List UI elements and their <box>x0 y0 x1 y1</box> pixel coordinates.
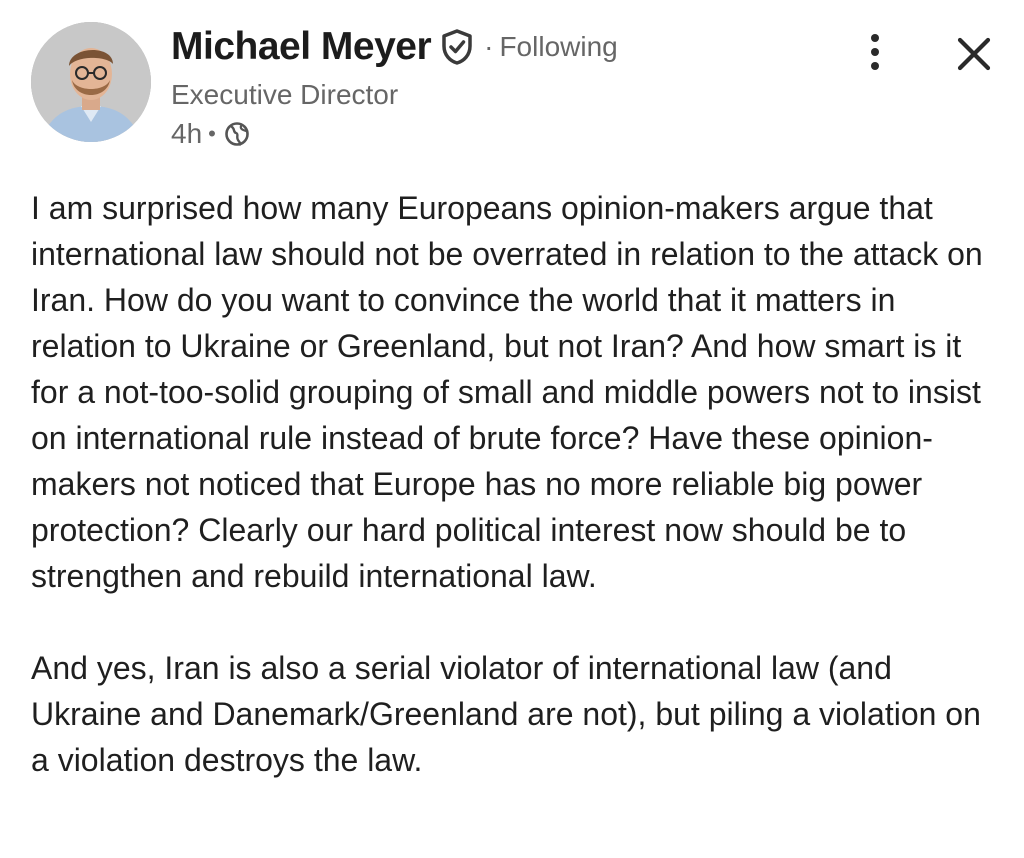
more-vertical-icon <box>871 34 879 70</box>
post-header: Michael Meyer · Following Executive Dire… <box>0 0 1024 170</box>
close-icon <box>957 37 991 71</box>
close-button[interactable] <box>952 32 996 76</box>
post-paragraph: I am surprised how many Europeans opinio… <box>31 190 983 594</box>
meta-separator-dot: • <box>208 121 216 146</box>
post-body: I am surprised how many Europeans opinio… <box>31 185 1006 783</box>
author-headline: Executive Director <box>171 79 399 110</box>
post-meta: 4h • <box>171 114 618 154</box>
post-paragraph: And yes, Iran is also a serial violator … <box>31 650 981 778</box>
author-block: Michael Meyer · Following Executive Dire… <box>171 22 618 154</box>
avatar-photo <box>31 22 151 142</box>
name-separator-dot: · <box>484 31 494 62</box>
post-timestamp: 4h <box>171 118 203 149</box>
verified-shield-icon <box>440 28 474 66</box>
avatar[interactable] <box>31 22 151 142</box>
follow-status[interactable]: Following <box>499 31 617 63</box>
author-name[interactable]: Michael Meyer <box>171 25 432 69</box>
more-options-button[interactable] <box>858 30 892 74</box>
author-name-row: Michael Meyer · Following <box>171 22 618 72</box>
globe-icon <box>224 121 250 147</box>
